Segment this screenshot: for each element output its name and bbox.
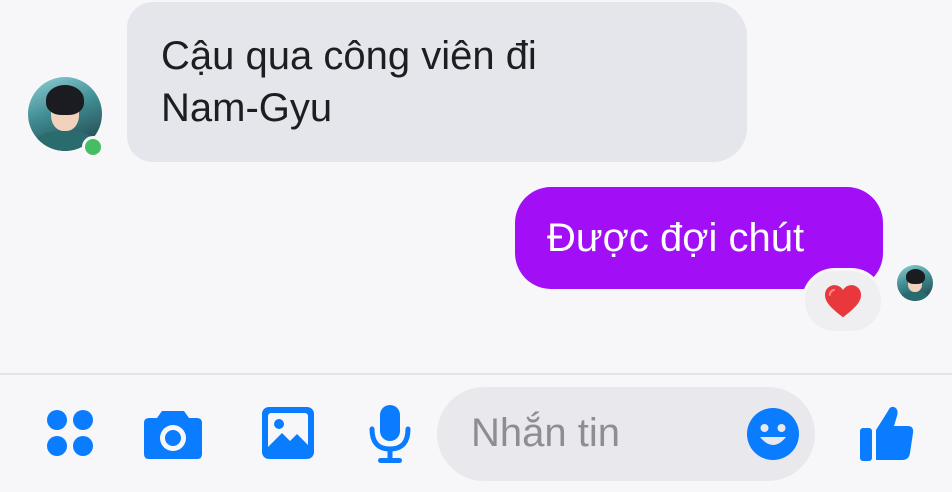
heart-icon: [825, 285, 861, 318]
incoming-message-text: Cậu qua công viên đi Nam-Gyu: [161, 34, 537, 130]
like-icon[interactable]: [858, 403, 916, 463]
seen-avatar: [897, 265, 933, 301]
gallery-icon[interactable]: [260, 405, 316, 461]
avatar-hair: [46, 85, 84, 115]
message-composer[interactable]: [437, 387, 815, 481]
message-input[interactable]: [471, 401, 731, 465]
emoji-icon[interactable]: [745, 406, 801, 462]
composer-toolbar: [0, 373, 952, 492]
outgoing-message-text: Được đợi chút: [547, 216, 805, 260]
message-reaction[interactable]: [802, 268, 884, 334]
message-list: Cậu qua công viên đi Nam-Gyu Được đợi ch…: [0, 0, 952, 372]
avatar-hair: [906, 269, 925, 284]
apps-icon[interactable]: [44, 407, 96, 459]
microphone-icon[interactable]: [366, 403, 414, 465]
incoming-message-bubble[interactable]: Cậu qua công viên đi Nam-Gyu: [127, 2, 747, 162]
avatar-shirt: [901, 292, 929, 301]
online-status-dot: [82, 136, 104, 158]
camera-icon[interactable]: [142, 405, 204, 461]
